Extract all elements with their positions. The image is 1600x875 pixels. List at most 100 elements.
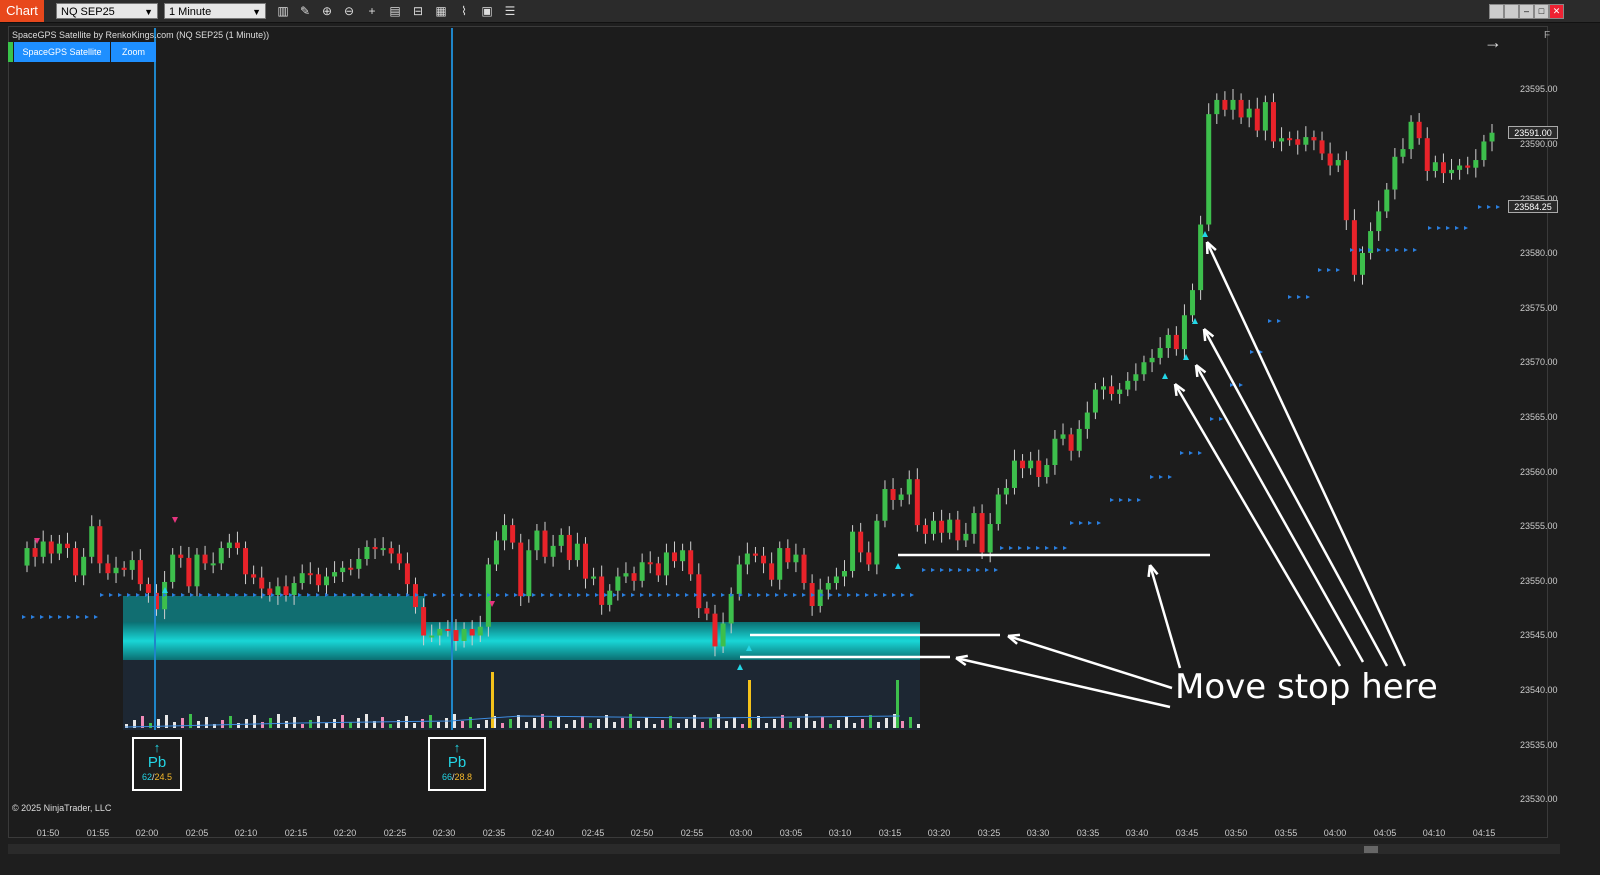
trail-stop-marker <box>1250 350 1254 354</box>
bearish-candle <box>372 546 378 550</box>
bearish-candle <box>1311 137 1317 141</box>
bullish-candle <box>129 560 135 570</box>
bearish-candle <box>1465 165 1471 168</box>
volume-bar <box>181 718 184 728</box>
volume-bar <box>301 724 304 728</box>
volume-bar <box>829 724 832 728</box>
x-tick: 02:05 <box>185 828 209 838</box>
x-tick: 03:15 <box>878 828 902 838</box>
trail-stop-marker <box>586 593 590 597</box>
candle-layer <box>24 89 1495 657</box>
trail-stop-marker <box>1027 546 1031 550</box>
scrollbar-thumb[interactable] <box>1364 846 1378 853</box>
trail-stop-marker <box>985 568 989 572</box>
bullish-candle <box>1011 460 1017 488</box>
x-tick: 02:00 <box>135 828 159 838</box>
volume-bar <box>549 721 552 728</box>
trail-stop-marker <box>1180 451 1184 455</box>
bullish-candle <box>1133 374 1139 381</box>
volume-bar <box>645 717 648 728</box>
trail-stop-marker <box>496 593 500 597</box>
bullish-candle <box>1125 380 1131 390</box>
bearish-candle <box>251 574 257 578</box>
x-tick: 02:40 <box>531 828 555 838</box>
trail-stop-marker <box>1110 498 1114 502</box>
trail-stop-marker <box>94 615 98 619</box>
trail-stop-marker <box>469 593 473 597</box>
bearish-candle <box>1109 386 1115 394</box>
bearish-candle <box>696 574 702 609</box>
panel-f-label[interactable]: F <box>1544 30 1550 41</box>
x-tick: 03:50 <box>1224 828 1248 838</box>
volume-bar <box>421 719 424 728</box>
zoom-button[interactable]: Zoom <box>111 42 156 62</box>
trail-stop-marker <box>721 593 725 597</box>
volume-bar <box>317 716 320 728</box>
bullish-candle <box>291 583 297 596</box>
volume-bar <box>533 718 536 728</box>
volume-bar <box>661 720 664 728</box>
volume-bar <box>477 724 480 728</box>
bearish-candle <box>1416 121 1422 139</box>
arrow-right-icon[interactable]: → <box>1484 32 1502 53</box>
trail-stop-marker <box>649 593 653 597</box>
trail-stop-marker <box>775 593 779 597</box>
buy-signal-arrow <box>1183 354 1189 360</box>
spacegps-satellite-button[interactable]: SpaceGPS Satellite <box>14 42 110 62</box>
volume-bar <box>149 723 152 728</box>
x-tick: 03:10 <box>828 828 852 838</box>
bearish-candle <box>1343 160 1349 221</box>
horizontal-scrollbar[interactable] <box>8 844 1560 854</box>
bearish-candle <box>955 519 961 541</box>
bearish-candle <box>259 577 265 589</box>
trail-stop-marker <box>1036 546 1040 550</box>
trail-stop-marker <box>1446 226 1450 230</box>
trail-stop-marker <box>514 593 518 597</box>
bullish-candle <box>493 540 499 565</box>
y-tick: 23540.00 <box>1520 685 1558 695</box>
signal-label: Pb <box>447 754 467 771</box>
bearish-candle <box>1020 460 1026 469</box>
bearish-candle <box>1351 220 1357 275</box>
bullish-candle <box>356 558 362 569</box>
y-tick: 23555.00 <box>1520 521 1558 531</box>
volume-bar <box>709 718 712 728</box>
trail-stop-marker <box>712 593 716 597</box>
bearish-candle <box>121 567 127 570</box>
y-tick: 23535.00 <box>1520 740 1558 750</box>
x-tick: 04:00 <box>1323 828 1347 838</box>
volume-bar <box>469 717 472 728</box>
trail-stop-marker <box>76 615 80 619</box>
trail-stop-marker <box>568 593 572 597</box>
bullish-candle <box>1214 99 1220 115</box>
volume-bar <box>885 718 888 728</box>
arrow-up-icon: ↑ <box>153 740 161 755</box>
volume-bar <box>597 719 600 728</box>
trail-stop-marker <box>622 593 626 597</box>
volume-bar <box>221 720 224 728</box>
bullish-candle <box>429 635 435 638</box>
bullish-candle <box>56 543 62 554</box>
trail-stop-marker <box>1288 295 1292 299</box>
volume-bar <box>245 719 248 728</box>
bearish-candle <box>202 554 208 564</box>
trail-stop-marker <box>922 568 926 572</box>
signal-value-1: 66 <box>441 772 452 782</box>
bullish-candle <box>833 576 839 584</box>
volume-bar <box>861 719 864 728</box>
y-tick: 23565.00 <box>1520 412 1558 422</box>
bullish-candle <box>502 525 508 541</box>
bullish-candle <box>1157 348 1163 358</box>
x-tick: 04:05 <box>1373 828 1397 838</box>
bullish-candle <box>777 548 783 580</box>
bearish-candle <box>234 542 240 549</box>
volume-bar <box>877 722 880 728</box>
bearish-candle <box>785 548 791 563</box>
bearish-candle <box>73 548 79 576</box>
x-tick: 02:10 <box>234 828 258 838</box>
signal-label: Pb <box>147 754 167 771</box>
trail-stop-marker <box>85 615 89 619</box>
volume-bar <box>797 718 800 728</box>
x-tick: 03:25 <box>977 828 1001 838</box>
trail-stop-marker <box>838 593 842 597</box>
